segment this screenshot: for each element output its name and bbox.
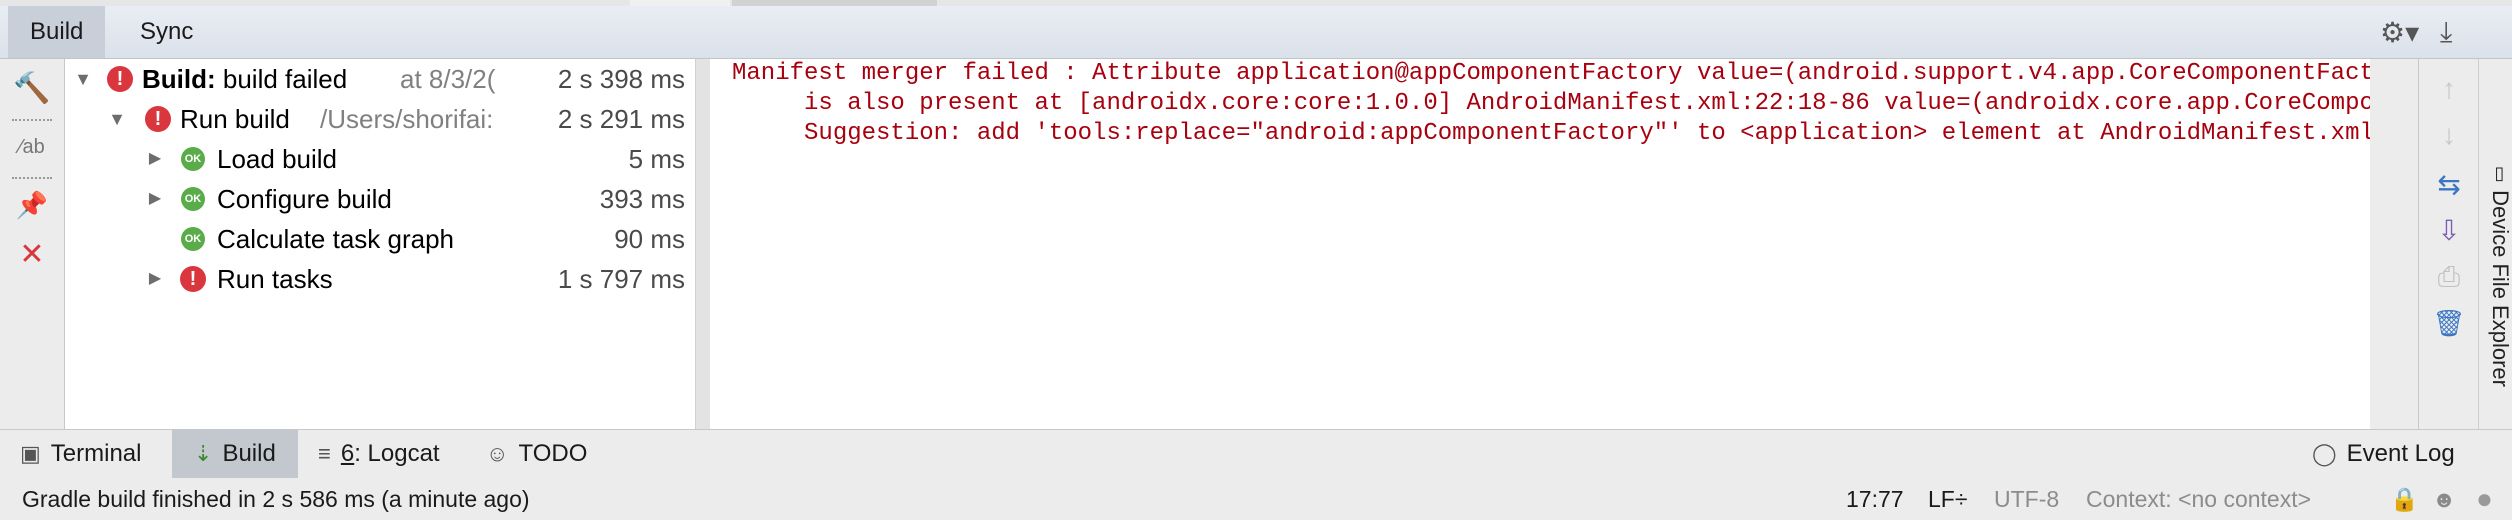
tab-logcat-number: 6 bbox=[340, 440, 355, 467]
tree-row-build[interactable]: ▼ ! Build: build failed at 8/3/2( 2 s 39… bbox=[65, 59, 695, 99]
error-icon: ! bbox=[107, 66, 133, 92]
tab-terminal-label: Terminal bbox=[50, 440, 142, 467]
build-icon: ⇣ bbox=[194, 441, 213, 466]
arrow-down-icon[interactable]: ↓ bbox=[2429, 115, 2469, 155]
panel-splitter[interactable] bbox=[695, 59, 711, 429]
tab-logcat[interactable]: ≡ 6: Logcat bbox=[318, 430, 440, 478]
tree-row[interactable]: OK Calculate task graph 90 ms bbox=[65, 219, 695, 259]
tab-sync[interactable]: Sync bbox=[118, 6, 215, 58]
pin-icon[interactable]: 📌 bbox=[12, 185, 52, 225]
caret-position[interactable]: 17:77 bbox=[1846, 478, 1904, 520]
tree-duration: 1 s 797 ms bbox=[547, 259, 685, 299]
toolbar-separator bbox=[12, 177, 52, 179]
tree-label: Load build bbox=[217, 144, 337, 174]
expand-arrow-icon[interactable]: ▼ bbox=[107, 99, 127, 139]
phone-icon: ▯ bbox=[2490, 163, 2510, 184]
console-line: Suggestion: add 'tools:replace="android:… bbox=[732, 120, 2370, 147]
hide-panel-icon[interactable]: ⤓ bbox=[2440, 16, 2480, 50]
device-file-explorer-label: Device File Explorer bbox=[2488, 190, 2512, 387]
ok-icon: OK bbox=[181, 227, 205, 251]
arrow-up-icon[interactable]: ↑ bbox=[2429, 69, 2469, 109]
inspector-icon[interactable]: ☻ bbox=[2432, 478, 2456, 520]
memory-indicator-icon[interactable]: ● bbox=[2476, 478, 2493, 520]
device-file-explorer-strip: ▯ Device File Explorer bbox=[2478, 59, 2512, 429]
tab-event-log[interactable]: ◯ Event Log bbox=[2312, 430, 2455, 478]
gear-icon[interactable]: ⚙▾ bbox=[2380, 16, 2428, 50]
tree-label-text: build failed bbox=[215, 64, 348, 94]
tree-duration: 90 ms bbox=[604, 219, 685, 259]
tree-row[interactable]: ▶ OK Load build 5 ms bbox=[65, 139, 695, 179]
lock-icon[interactable]: 🔒 bbox=[2390, 478, 2419, 520]
build-tree: ▼ ! Build: build failed at 8/3/2( 2 s 39… bbox=[65, 59, 695, 429]
bottom-tool-tabs: ▣ Terminal ⇣ Build ≡ 6: Logcat ☺ TODO ◯ Event… bbox=[0, 429, 2512, 479]
context-indicator[interactable]: Context: <no context> bbox=[2086, 478, 2311, 520]
tree-duration: 393 ms bbox=[589, 179, 685, 219]
tab-todo-label: TODO bbox=[518, 440, 588, 467]
tree-duration: 2 s 398 ms bbox=[547, 59, 685, 99]
tree-row[interactable]: ▶ ! Run tasks 1 s 797 ms bbox=[65, 259, 695, 299]
build-tab-bar: Build Sync ⚙▾ ⤓ bbox=[0, 6, 2512, 59]
tab-event-log-label: Event Log bbox=[2346, 440, 2455, 467]
toolbar-separator bbox=[12, 119, 52, 121]
filter-icon[interactable]: ⁄ab bbox=[12, 127, 52, 167]
status-bar: Gradle build finished in 2 s 586 ms (a m… bbox=[0, 478, 2512, 520]
todo-icon: ☺ bbox=[486, 441, 509, 466]
tree-duration: 2 s 291 ms bbox=[547, 99, 685, 139]
event-log-icon: ◯ bbox=[2312, 441, 2337, 466]
tree-label: Configure build bbox=[217, 184, 392, 214]
soft-wrap-icon[interactable]: ⇆ bbox=[2429, 165, 2469, 205]
hammer-icon[interactable]: 🔨 bbox=[12, 69, 52, 109]
console-output[interactable]: Manifest merger failed : Attribute appli… bbox=[710, 59, 2370, 429]
scroll-to-end-icon[interactable]: ⇩ bbox=[2429, 211, 2469, 251]
file-encoding[interactable]: UTF-8 bbox=[1994, 478, 2059, 520]
status-message[interactable]: Gradle build finished in 2 s 586 ms (a m… bbox=[22, 478, 530, 520]
tree-label: Calculate task graph bbox=[217, 224, 455, 254]
tree-label-bold: Build: bbox=[142, 64, 216, 94]
tree-row-run-build[interactable]: ▼ ! Run build /Users/shorifai: 2 s 291 m… bbox=[65, 99, 695, 139]
tree-path: /Users/shorifai: bbox=[320, 104, 494, 134]
close-icon[interactable]: ✕ bbox=[12, 235, 52, 275]
trash-icon[interactable]: 🗑 bbox=[2429, 303, 2469, 343]
tree-label: Run tasks bbox=[217, 264, 333, 294]
logcat-icon: ≡ bbox=[318, 441, 331, 466]
tab-logcat-label: : Logcat bbox=[354, 440, 440, 467]
tab-build[interactable]: Build bbox=[8, 6, 106, 58]
ok-icon: OK bbox=[181, 187, 205, 211]
console-line: is also present at [androidx.core:core:1… bbox=[732, 90, 2370, 117]
tab-terminal[interactable]: ▣ Terminal bbox=[20, 430, 142, 478]
collapse-arrow-icon[interactable]: ▶ bbox=[145, 259, 165, 299]
line-separator[interactable]: LF÷ bbox=[1928, 478, 1967, 520]
tree-label: Build: build failed bbox=[142, 59, 347, 99]
tree-label: Run build bbox=[180, 104, 290, 134]
tab-build-bottom[interactable]: ⇣ Build bbox=[172, 430, 298, 478]
left-toolbar: 🔨 ⁄ab 📌 ✕ bbox=[0, 59, 65, 429]
right-toolbar: ↑ ↓ ⇆ ⇩ ⎙ 🗑 bbox=[2418, 59, 2479, 429]
tree-row[interactable]: ▶ OK Configure build 393 ms bbox=[65, 179, 695, 219]
collapse-arrow-icon[interactable]: ▶ bbox=[145, 139, 165, 179]
tree-duration: 5 ms bbox=[618, 139, 685, 179]
tab-todo[interactable]: ☺ TODO bbox=[486, 430, 587, 478]
ok-icon: OK bbox=[181, 147, 205, 171]
tab-build-label: Build bbox=[222, 440, 276, 467]
expand-arrow-icon[interactable]: ▼ bbox=[73, 59, 93, 99]
error-icon: ! bbox=[145, 106, 171, 132]
terminal-icon: ▣ bbox=[20, 441, 41, 466]
tree-time: at 8/3/2( bbox=[400, 64, 496, 94]
print-icon[interactable]: ⎙ bbox=[2429, 257, 2469, 297]
console-line: Manifest merger failed : Attribute appli… bbox=[732, 60, 2370, 87]
error-icon: ! bbox=[180, 266, 206, 292]
collapse-arrow-icon[interactable]: ▶ bbox=[145, 179, 165, 219]
